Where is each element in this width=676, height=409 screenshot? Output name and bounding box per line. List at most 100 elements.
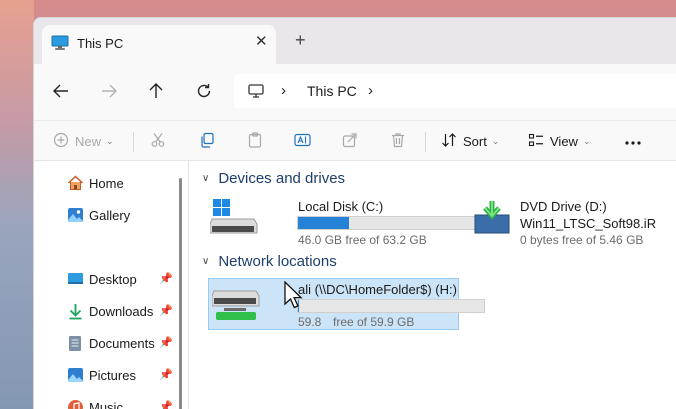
forward-arrow-icon[interactable] [98, 80, 120, 102]
drive-dvd-d[interactable]: DVD Drive (D:) Win11_LTSC_Soft98.iR 0 by… [472, 197, 672, 249]
share-icon [342, 132, 358, 151]
chevron-down-icon: ⌄ [106, 135, 114, 146]
gallery-icon [66, 206, 84, 224]
group-header-devices[interactable]: ∨ Devices and drives [202, 170, 345, 187]
sidebar-item-home[interactable]: Home [66, 173, 124, 193]
mouse-cursor-icon [284, 280, 304, 314]
navigation-bar: › This PC › [34, 64, 676, 120]
rename-button[interactable] [294, 129, 311, 153]
desktop-wallpaper [0, 0, 34, 409]
pin-icon[interactable]: 📌 [159, 400, 173, 409]
main-view: ∨ Devices and drives Local Disk (C:) 46.… [190, 161, 676, 409]
group-title: Devices and drives [218, 170, 346, 187]
pictures-icon [66, 366, 84, 384]
new-tab-icon[interactable]: + [295, 31, 306, 49]
drive-name: ali (\\DC\HomeFolder$) (H:) [298, 282, 457, 297]
close-tab-icon[interactable]: ✕ [255, 34, 268, 50]
more-dots-icon [624, 134, 642, 149]
documents-icon [66, 334, 84, 352]
sidebar-item-label: Documents [89, 335, 155, 351]
pin-icon[interactable]: 📌 [159, 336, 173, 349]
trash-icon [390, 132, 406, 151]
windows-drive-icon [209, 197, 258, 242]
chevron-down-icon: ∨ [202, 173, 210, 184]
chevron-down-icon: ⌄ [582, 135, 591, 146]
divider [133, 132, 134, 152]
breadcrumb-chevron-icon[interactable]: › [281, 82, 286, 99]
back-arrow-icon[interactable] [50, 80, 72, 102]
more-options-button[interactable] [624, 129, 642, 153]
drive-name: DVD Drive (D:) [520, 199, 607, 214]
up-arrow-icon[interactable] [145, 80, 167, 102]
sidebar-item-desktop[interactable]: Desktop [66, 269, 137, 289]
drive-local-disk-c[interactable]: Local Disk (C:) 46.0 GB free of 63.2 GB [209, 197, 487, 249]
file-explorer-window: This PC ✕ + › This PC › New ⌄ Sort ⌄ Vie… [33, 17, 676, 409]
group-title: Network locations [218, 253, 337, 270]
chevron-down-icon: ∨ [202, 256, 210, 267]
drive-free-space-end: free of 59.9 GB [333, 315, 415, 329]
tab-title: This PC [77, 36, 124, 51]
drive-free-space-start: 59.8 [298, 315, 322, 329]
new-label: New [75, 133, 102, 149]
sidebar-item-label: Pictures [89, 367, 136, 383]
sidebar-item-label: Gallery [89, 207, 131, 223]
drive-free-space: 46.0 GB free of 63.2 GB [298, 233, 427, 247]
pane-divider[interactable] [188, 161, 189, 409]
drive-free-space: 0 bytes free of 5.46 GB [520, 233, 644, 247]
content-area: Home Gallery Desktop 📌 Downloads 📌 Docum… [34, 160, 676, 409]
this-pc-icon [51, 35, 69, 56]
rename-icon [294, 132, 311, 151]
view-label: View [550, 133, 578, 149]
cut-button[interactable] [150, 129, 166, 153]
drive-volume-label: Win11_LTSC_Soft98.iR [520, 216, 657, 231]
sidebar-item-label: Music [89, 399, 123, 409]
sidebar-item-label: Home [89, 175, 124, 191]
music-icon [66, 398, 84, 409]
group-header-network[interactable]: ∨ Network locations [202, 253, 337, 270]
refresh-icon[interactable] [193, 80, 215, 102]
tab-this-pc[interactable]: This PC ✕ [42, 25, 276, 64]
sidebar-item-music[interactable]: Music [66, 397, 123, 409]
pin-icon[interactable]: 📌 [159, 272, 173, 285]
monitor-icon [248, 83, 264, 104]
home-icon [66, 174, 84, 192]
view-button[interactable]: View ⌄ [528, 129, 591, 153]
network-drive-h[interactable]: ali (\\DC\HomeFolder$) (H:) 59.8 free of… [211, 281, 485, 331]
command-bar: New ⌄ Sort ⌄ View ⌄ [34, 120, 676, 160]
sidebar-item-gallery[interactable]: Gallery [66, 205, 130, 225]
pin-icon[interactable]: 📌 [159, 368, 173, 381]
sidebar-item-downloads[interactable]: Downloads [66, 301, 153, 321]
drive-usage-fill [298, 217, 349, 229]
sidebar-item-label: Desktop [89, 271, 137, 287]
sort-button[interactable]: Sort ⌄ [441, 129, 499, 153]
drive-usage-bar [297, 299, 485, 313]
delete-button[interactable] [390, 129, 406, 153]
new-button[interactable]: New ⌄ [53, 129, 114, 153]
navigation-pane: Home Gallery Desktop 📌 Downloads 📌 Docum… [34, 161, 184, 409]
paste-button[interactable] [247, 129, 263, 153]
chevron-down-icon: ⌄ [491, 135, 500, 146]
plus-circle-icon [53, 132, 69, 151]
downloads-icon [66, 302, 84, 320]
sidebar-scrollbar[interactable] [179, 178, 182, 409]
breadcrumb-this-pc[interactable]: This PC [307, 83, 357, 99]
sort-label: Sort [463, 133, 487, 149]
sidebar-item-documents[interactable]: Documents [66, 333, 155, 353]
sort-icon [441, 132, 457, 151]
breadcrumb-chevron-icon[interactable]: › [368, 82, 373, 99]
scissors-icon [150, 132, 166, 151]
copy-button[interactable] [199, 129, 215, 153]
divider [425, 132, 426, 152]
sidebar-item-label: Downloads [89, 303, 154, 319]
pin-icon[interactable]: 📌 [159, 304, 173, 317]
clipboard-icon [247, 131, 263, 151]
network-drive-icon [211, 285, 260, 330]
drive-usage-bar [297, 216, 487, 230]
address-bar[interactable]: › This PC › [234, 74, 676, 108]
tab-strip: This PC ✕ + [34, 18, 676, 64]
copy-icon [199, 132, 215, 151]
share-button[interactable] [342, 129, 358, 153]
sidebar-item-pictures[interactable]: Pictures [66, 365, 136, 385]
view-list-icon [528, 132, 544, 151]
dvd-drive-icon [472, 197, 512, 242]
